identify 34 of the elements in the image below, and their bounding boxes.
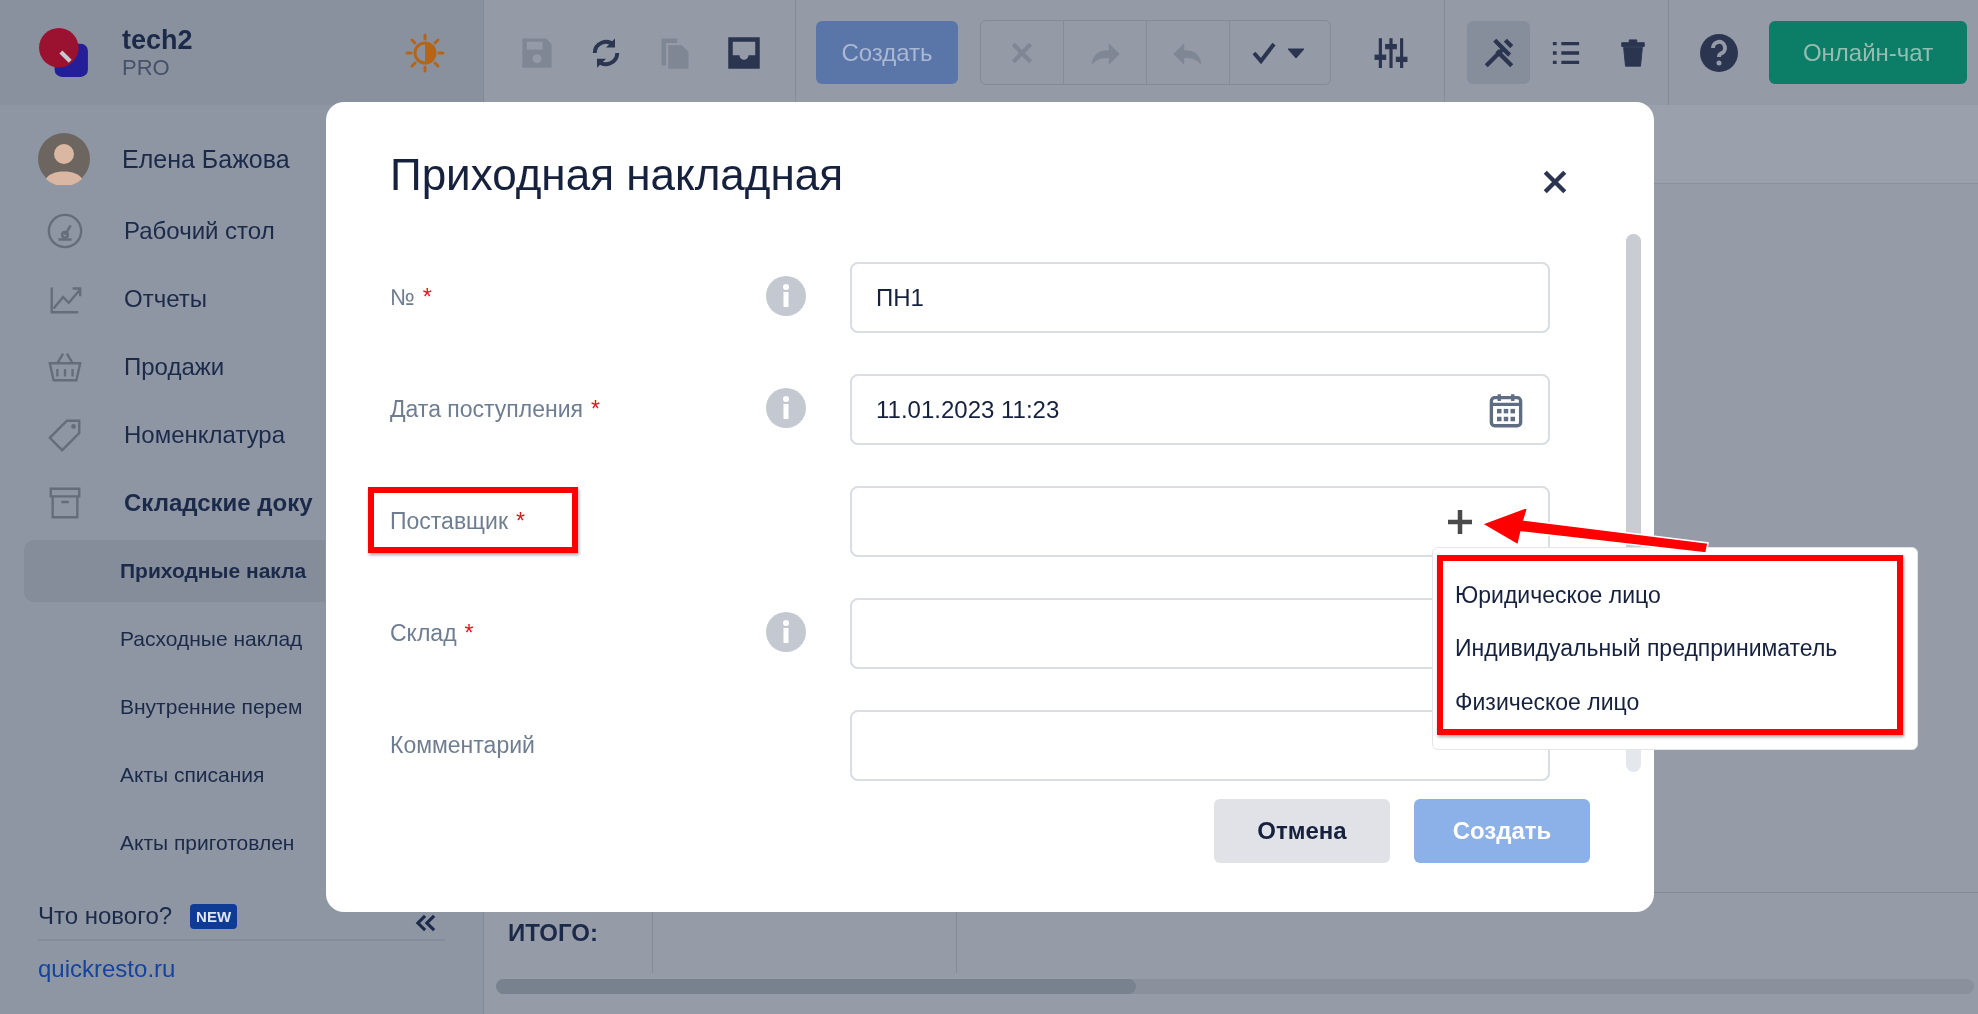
nav-item[interactable]: Продажи xyxy=(124,353,225,381)
new-badge: NEW xyxy=(190,903,238,929)
nav-subitem[interactable]: Приходные накла xyxy=(120,559,307,583)
plan-label: PRO xyxy=(122,54,171,81)
nav-item[interactable]: Номенклатура xyxy=(124,421,286,449)
field-label: Комментарий xyxy=(390,732,535,759)
menu-item[interactable]: Индивидуальный предприниматель xyxy=(1455,622,1897,676)
nav-subitem[interactable]: Акты приготовлен xyxy=(120,831,295,855)
required-mark: * xyxy=(515,508,525,535)
field-label: Склад xyxy=(390,620,457,647)
required-mark: * xyxy=(422,284,432,311)
nav-subitem[interactable]: Расходные наклад xyxy=(120,627,303,651)
app-name: tech2 xyxy=(122,24,193,55)
menu-item[interactable]: Юридическое лицо xyxy=(1455,569,1897,623)
nav-subitem[interactable]: Внутренние перем xyxy=(120,695,303,719)
whats-new-link[interactable]: Что нового? xyxy=(38,902,173,930)
site-link[interactable]: quickresto.ru xyxy=(0,941,483,983)
required-mark: * xyxy=(464,620,474,647)
field-label: № xyxy=(390,284,415,311)
input-field[interactable]: 11.01.2023 11:23 xyxy=(850,374,1550,445)
nav-item[interactable]: Рабочий стол xyxy=(124,217,275,245)
total-label: ИТОГО: xyxy=(508,919,598,947)
input-field[interactable]: ПН1 xyxy=(850,262,1550,333)
chat-button[interactable]: Онлайн-чат xyxy=(1769,21,1967,84)
menu-item[interactable]: Физическое лицо xyxy=(1455,675,1897,729)
field-label: Дата поступления xyxy=(390,396,584,423)
nav-item[interactable]: Отчеты xyxy=(124,285,207,313)
dialog-title: Приходная накладная xyxy=(390,150,844,200)
field-label: Поставщик xyxy=(390,508,508,535)
required-mark: * xyxy=(591,396,600,423)
user-name[interactable]: Елена Бажова xyxy=(122,144,290,174)
cancel-button[interactable]: Отмена xyxy=(1214,799,1390,863)
nav-subitem[interactable]: Акты списания xyxy=(120,763,265,787)
nav-item[interactable]: Складские доку xyxy=(124,489,313,517)
